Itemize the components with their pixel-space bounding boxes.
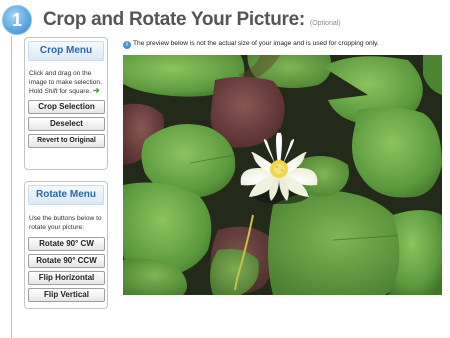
crop-selection-button[interactable]: Crop Selection xyxy=(28,100,105,114)
preview-notice-text: The preview below is not the actual size… xyxy=(133,40,379,47)
crop-instructions: Click and drag on the image to make sele… xyxy=(29,69,103,96)
rotate-menu-panel: Rotate Menu Use the buttons below to rot… xyxy=(24,181,108,309)
step-divider-line xyxy=(11,36,12,338)
deselect-button[interactable]: Deselect xyxy=(28,117,105,131)
step-number-badge: 1 xyxy=(2,5,32,35)
optional-label: (Optional) xyxy=(309,20,341,27)
shift-key-label: Shift xyxy=(44,88,58,95)
arrow-right-icon: ➔ xyxy=(92,86,100,95)
crop-menu-panel: Crop Menu Click and drag on the image to… xyxy=(24,37,108,170)
crop-menu-title: Crop Menu xyxy=(28,41,104,61)
crop-preview-image[interactable] xyxy=(123,55,442,295)
revert-to-original-button[interactable]: Revert to Original xyxy=(28,134,105,148)
page-title-text: Crop and Rotate Your Picture: xyxy=(43,9,305,30)
flip-vertical-button[interactable]: Flip Vertical xyxy=(28,288,105,302)
water-lily-photo xyxy=(123,55,442,295)
info-icon: i xyxy=(123,41,131,49)
rotate-cw-button[interactable]: Rotate 90° CW xyxy=(28,237,105,251)
page-title: Crop and Rotate Your Picture: (Optional) xyxy=(43,9,341,31)
rotate-instructions: Use the buttons below to rotate your pic… xyxy=(29,215,102,231)
crop-instructions-part-2: for square. xyxy=(57,88,91,95)
flip-horizontal-button[interactable]: Flip Horizontal xyxy=(28,271,105,285)
preview-notice: i The preview below is not the actual siz… xyxy=(123,40,379,49)
rotate-menu-title: Rotate Menu xyxy=(28,185,104,205)
rotate-ccw-button[interactable]: Rotate 90° CCW xyxy=(28,254,105,268)
